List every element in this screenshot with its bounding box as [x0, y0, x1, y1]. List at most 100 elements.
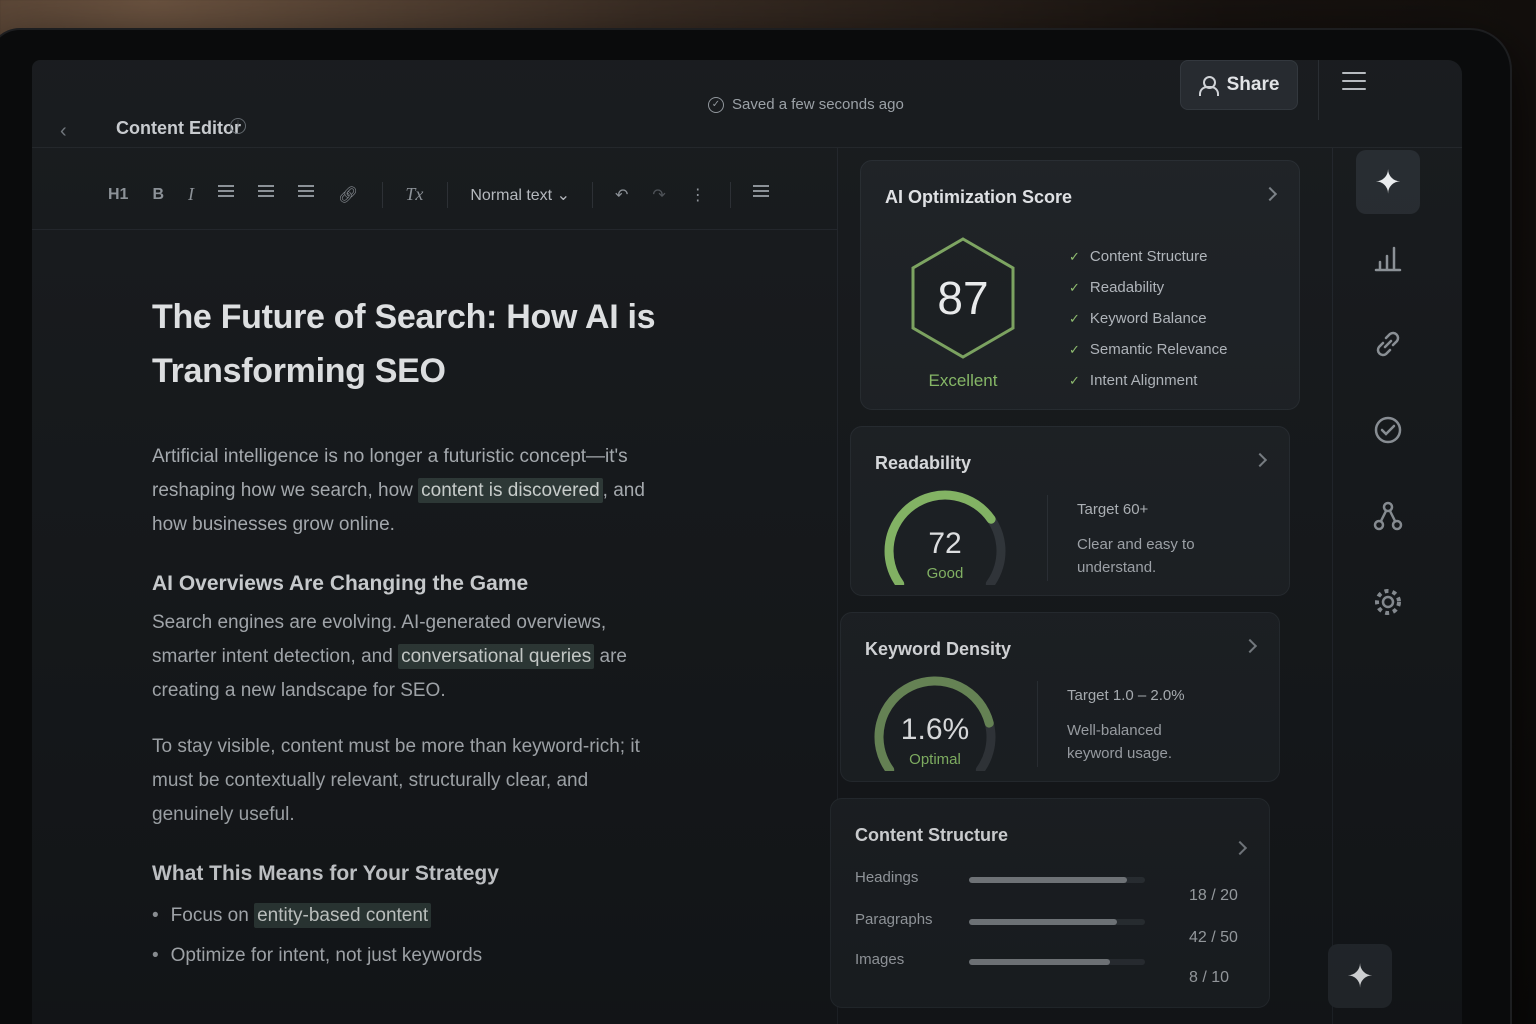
- row-label: Headings: [855, 869, 919, 886]
- link-icon[interactable]: 🔗︎: [338, 185, 358, 205]
- readability-target: Target 60+: [1077, 501, 1149, 518]
- undo-icon[interactable]: ↶: [615, 185, 628, 205]
- row-value: 42 / 50: [1189, 929, 1238, 946]
- top-bar: ‹ Content Editor i ✓ Saved a few seconds…: [32, 60, 1462, 148]
- progress-track: [969, 877, 1145, 883]
- highlighted-phrase[interactable]: content is discovered: [418, 478, 603, 503]
- check-icon: ✓: [1069, 249, 1080, 264]
- sparkle-icon: ✦: [1374, 164, 1402, 200]
- paragraph[interactable]: Search engines are evolving. AI-generate…: [152, 606, 672, 708]
- more-options-icon[interactable]: ⋮: [690, 185, 706, 205]
- readability-card[interactable]: Readability 72 Good Target 60+ Clear and…: [850, 426, 1290, 596]
- progress-track: [969, 959, 1145, 965]
- outline-icon[interactable]: [752, 184, 769, 205]
- progress-track: [969, 919, 1145, 925]
- score-rating: Excellent: [928, 371, 998, 390]
- menu-icon[interactable]: [1342, 72, 1366, 92]
- highlighted-phrase[interactable]: conversational queries: [398, 644, 595, 669]
- numbered-list-icon[interactable]: [258, 184, 275, 205]
- chevron-right-icon[interactable]: [1242, 638, 1258, 654]
- progress-fill: [969, 919, 1117, 925]
- section-heading[interactable]: AI Overviews Are Changing the Game: [152, 572, 672, 596]
- keyword-density-rating: Optimal: [909, 751, 961, 768]
- highlighted-phrase[interactable]: entity-based content: [254, 903, 432, 928]
- back-icon[interactable]: ‹: [60, 120, 74, 142]
- keyword-density-value: 1.6%: [900, 713, 970, 746]
- checklist-item: ✓ Keyword Balance: [1069, 310, 1207, 327]
- card-title: Readability: [875, 453, 972, 473]
- section-heading[interactable]: What This Means for Your Strategy: [152, 862, 672, 886]
- readability-score: 72: [928, 527, 962, 560]
- readability-description: Clear and easy to understand.: [1077, 536, 1195, 576]
- card-title: Content Structure: [855, 825, 1008, 845]
- page-title: Content Editor: [116, 118, 241, 138]
- bold-button[interactable]: B: [152, 186, 164, 204]
- toolbar-divider: [447, 181, 449, 208]
- chevron-right-icon[interactable]: [1252, 452, 1268, 468]
- list-item[interactable]: Optimize for intent, not just keywords: [152, 936, 672, 976]
- save-status-text: Saved a few seconds ago: [732, 96, 904, 113]
- share-button-label: Share: [1226, 74, 1280, 95]
- network-icon[interactable]: [1370, 498, 1406, 534]
- text-style-select[interactable]: Normal text ⌄: [470, 185, 570, 205]
- app-screen: ‹ Content Editor i ✓ Saved a few seconds…: [32, 60, 1462, 1024]
- heading-button[interactable]: H1: [108, 186, 128, 204]
- checklist-icon[interactable]: [298, 184, 315, 205]
- card-title: AI Optimization Score: [885, 187, 1073, 207]
- ai-assist-float-button[interactable]: ✦: [1328, 944, 1392, 1008]
- check-circle-icon: ✓: [708, 96, 724, 113]
- check-circle-icon[interactable]: [1370, 412, 1406, 448]
- link-icon[interactable]: [1370, 326, 1406, 362]
- progress-fill: [969, 877, 1128, 883]
- save-status: ✓ Saved a few seconds ago: [708, 96, 904, 113]
- document-title[interactable]: The Future of Search: How AI is Transfor…: [152, 290, 672, 398]
- formatting-toolbar: H1 B I 🔗︎ Tx Normal text ⌄ ↶ ↷ ⋮: [32, 160, 837, 230]
- chevron-right-icon[interactable]: [1232, 840, 1248, 856]
- checklist-item: ✓ Content Structure: [1069, 248, 1208, 265]
- row-label: Images: [855, 951, 905, 968]
- progress-fill: [969, 959, 1110, 965]
- person-icon: [1198, 75, 1219, 96]
- row-value: 8 / 10: [1189, 969, 1230, 986]
- bullet-list-icon[interactable]: [218, 184, 235, 205]
- gear-icon[interactable]: [1370, 584, 1406, 620]
- score-value: 87: [937, 272, 989, 324]
- row-label: Paragraphs: [855, 911, 933, 928]
- keyword-density-target: Target 1.0 – 2.0%: [1067, 687, 1185, 704]
- structure-row-images: Images 8 / 10: [855, 951, 1255, 986]
- structure-row-headings: Headings 18 / 20: [855, 869, 1255, 904]
- content-structure-card[interactable]: Content Structure Headings 18 / 20 Parag…: [830, 798, 1270, 1008]
- bar-chart-icon[interactable]: [1370, 240, 1406, 276]
- check-icon: ✓: [1069, 373, 1080, 388]
- check-icon: ✓: [1069, 311, 1080, 326]
- italic-button[interactable]: I: [188, 184, 194, 205]
- row-value: 18 / 20: [1189, 887, 1238, 904]
- check-icon: ✓: [1069, 280, 1080, 295]
- checklist-item: ✓ Readability: [1069, 279, 1165, 296]
- structure-row-paragraphs: Paragraphs 42 / 50: [855, 911, 1255, 946]
- info-icon[interactable]: i: [230, 118, 246, 134]
- divider: [1037, 681, 1038, 767]
- chevron-right-icon[interactable]: [1262, 186, 1278, 202]
- intro-paragraph[interactable]: Artificial intelligence is no longer a f…: [152, 440, 672, 542]
- sidebar-divider: [1332, 148, 1333, 1024]
- ai-score-card[interactable]: AI Optimization Score 87 Excellent ✓ Cont…: [860, 160, 1300, 410]
- ai-assistant-button[interactable]: ✦: [1356, 150, 1420, 214]
- keyword-density-card[interactable]: Keyword Density 1.6% Optimal Target 1.0 …: [840, 612, 1280, 782]
- readability-rating: Good: [926, 565, 964, 582]
- check-icon: ✓: [1069, 342, 1080, 357]
- divider: [1047, 495, 1048, 581]
- keyword-density-description: Well-balanced keyword usage.: [1067, 722, 1173, 762]
- toolbar-divider: [591, 181, 593, 208]
- score-checklist: ✓ Content Structure ✓ Readability ✓ Keyword…: [1069, 241, 1227, 396]
- clear-format-button[interactable]: Tx: [405, 184, 423, 205]
- list-item[interactable]: Focus on entity-based content: [152, 896, 672, 936]
- share-button[interactable]: Share: [1180, 60, 1298, 110]
- card-title: Keyword Density: [865, 639, 1012, 659]
- paragraph[interactable]: To stay visible, content must be more th…: [152, 730, 672, 832]
- redo-icon[interactable]: ↷: [652, 185, 665, 205]
- sparkle-icon: ✦: [1346, 958, 1374, 994]
- document-body[interactable]: The Future of Search: How AI is Transfor…: [152, 290, 672, 976]
- toolbar-divider: [382, 181, 384, 208]
- bullet-list: Focus on entity-based content Optimize f…: [152, 896, 672, 976]
